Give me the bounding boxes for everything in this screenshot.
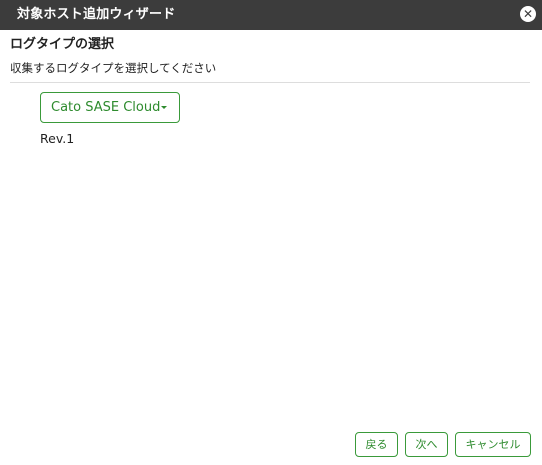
section-title: ログタイプの選択 [10,37,115,52]
log-type-selected-value: Cato SASE Cloud [51,100,161,115]
caret-down-icon [161,106,167,109]
next-button[interactable]: 次へ [405,432,448,457]
cancel-button[interactable]: キャンセル [455,432,531,457]
revision-label: Rev.1 [40,131,75,146]
dialog-title: 対象ホスト追加ウィザード [17,7,176,22]
back-button[interactable]: 戻る [355,432,398,457]
dialog-titlebar: 対象ホスト追加ウィザード ✕ [0,0,542,30]
divider [10,82,530,83]
log-type-dropdown[interactable]: Cato SASE Cloud [40,92,180,123]
close-icon[interactable]: ✕ [520,6,536,22]
section-description: 収集するログタイプを選択してください [10,61,217,75]
